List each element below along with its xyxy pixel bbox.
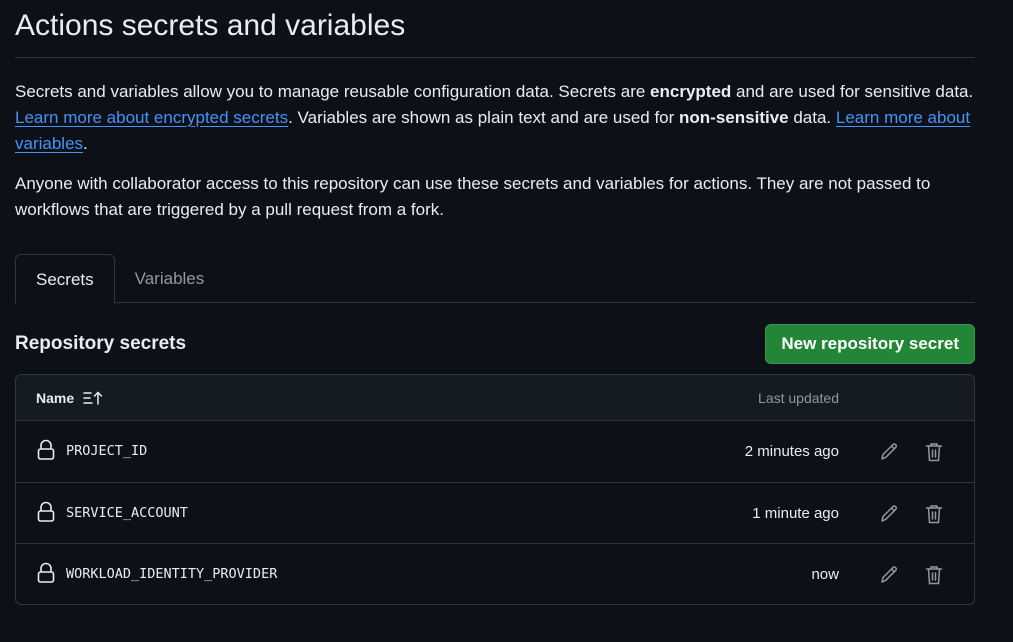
last-updated-column-header: Last updated bbox=[758, 390, 839, 406]
trash-icon[interactable] bbox=[921, 501, 947, 527]
trash-icon[interactable] bbox=[921, 439, 947, 465]
intro-text: . Variables are shown as plain text and … bbox=[288, 108, 680, 127]
pencil-icon[interactable] bbox=[876, 562, 902, 588]
table-row: WORKLOAD_IDENTITY_PROVIDER now bbox=[16, 543, 974, 604]
intro-text: Secrets and variables allow you to manag… bbox=[15, 82, 651, 101]
table-row: SERVICE_ACCOUNT 1 minute ago bbox=[16, 482, 974, 543]
secret-last-updated: 2 minutes ago bbox=[744, 443, 839, 460]
intro-paragraph: Secrets and variables allow you to manag… bbox=[15, 79, 975, 157]
name-column-label: Name bbox=[36, 390, 75, 406]
secret-name: SERVICE_ACCOUNT bbox=[66, 505, 188, 521]
lock-icon bbox=[36, 439, 56, 461]
tab-bar: Secrets Variables bbox=[15, 254, 975, 304]
secret-last-updated: 1 minute ago bbox=[752, 505, 839, 522]
sort-asc-icon[interactable] bbox=[82, 390, 104, 406]
lock-icon bbox=[36, 562, 56, 584]
pencil-icon[interactable] bbox=[876, 439, 902, 465]
new-repository-secret-button[interactable]: New repository secret bbox=[765, 324, 975, 364]
secret-name: WORKLOAD_IDENTITY_PROVIDER bbox=[66, 566, 278, 582]
table-body: PROJECT_ID 2 minutes ago SERVICE_ACCOUNT… bbox=[16, 421, 974, 604]
section-title: Repository secrets bbox=[15, 333, 187, 354]
tab-secrets[interactable]: Secrets bbox=[15, 254, 115, 304]
intro-bold-non-sensitive: non-sensitive bbox=[679, 108, 789, 127]
secrets-table: Name Last updated PROJECT_ID 2 minutes a… bbox=[15, 374, 975, 605]
intro-text: data. bbox=[788, 108, 836, 127]
intro-bold-encrypted: encrypted bbox=[650, 82, 732, 101]
tab-variables[interactable]: Variables bbox=[115, 254, 225, 303]
main-content: Actions secrets and variables Secrets an… bbox=[15, 0, 975, 605]
table-header: Name Last updated bbox=[16, 375, 974, 421]
pencil-icon[interactable] bbox=[876, 501, 902, 527]
secret-last-updated: now bbox=[811, 566, 839, 583]
intro-text: . bbox=[83, 134, 88, 153]
access-note: Anyone with collaborator access to this … bbox=[15, 174, 931, 219]
lock-icon bbox=[36, 501, 56, 523]
trash-icon[interactable] bbox=[921, 562, 947, 588]
intro-text: and are used for sensitive data. bbox=[731, 82, 974, 101]
section-header: Repository secrets New repository secret bbox=[15, 324, 975, 364]
table-row: PROJECT_ID 2 minutes ago bbox=[16, 421, 974, 482]
learn-more-secrets-link[interactable]: Learn more about encrypted secrets bbox=[15, 108, 288, 127]
secret-name: PROJECT_ID bbox=[66, 443, 148, 459]
name-column-header[interactable]: Name bbox=[36, 375, 104, 421]
page-title: Actions secrets and variables bbox=[15, 0, 975, 58]
